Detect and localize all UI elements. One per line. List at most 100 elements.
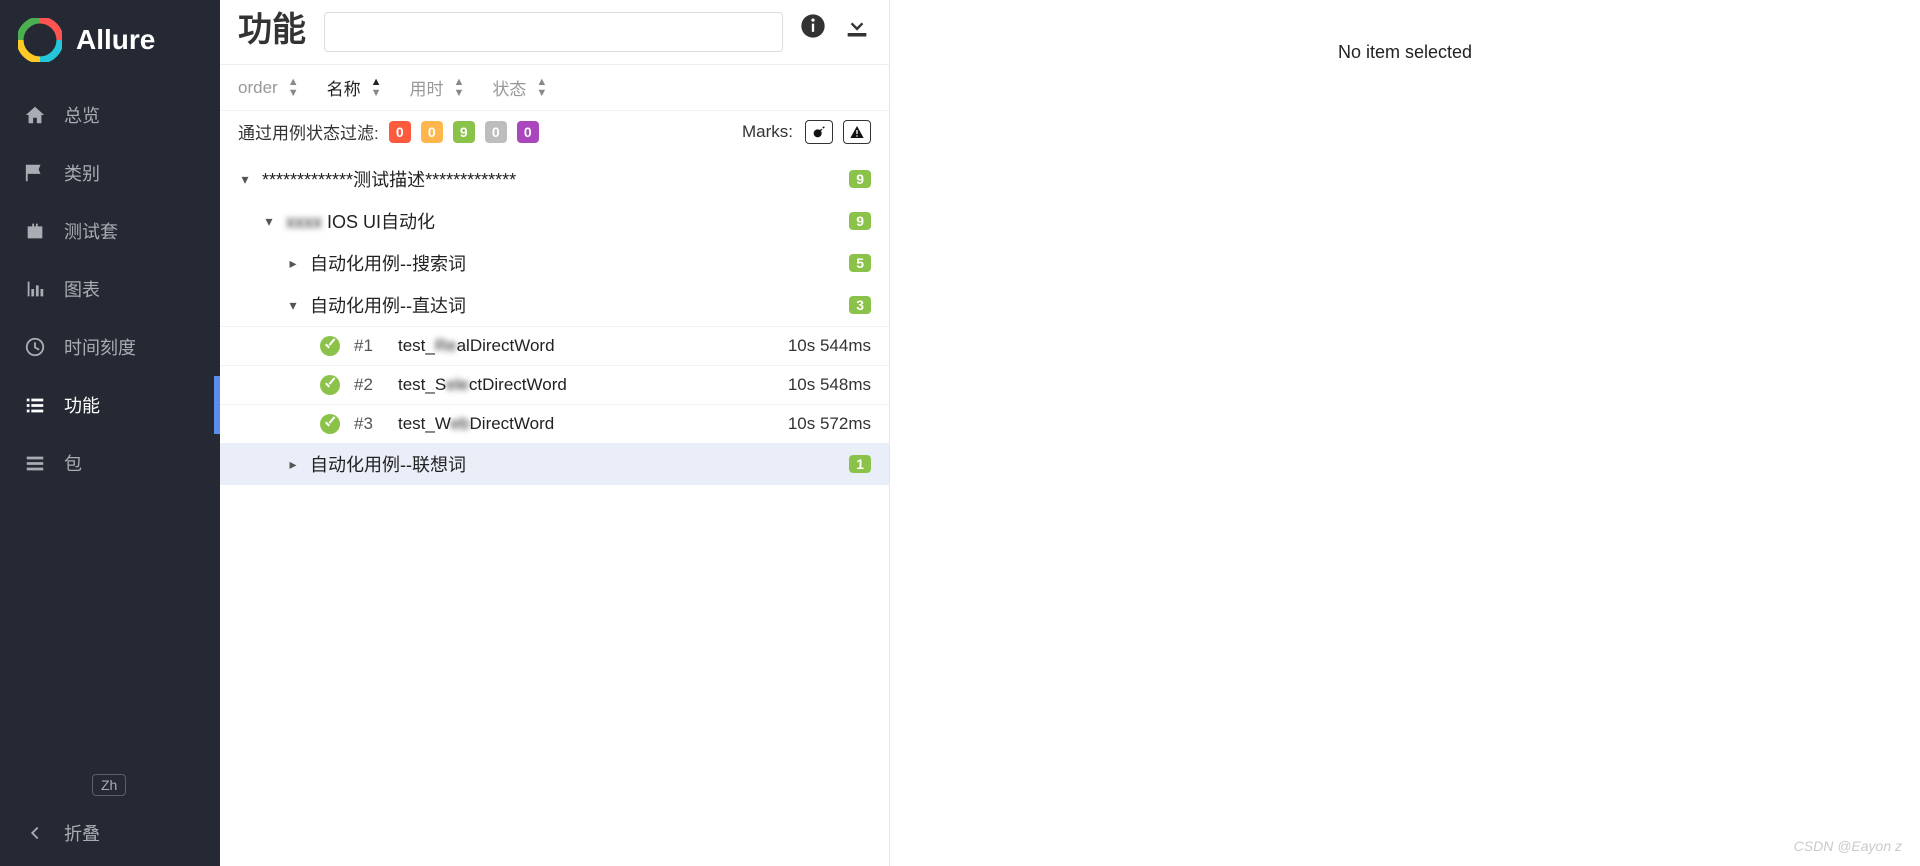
sidebar-item-label: 测试套	[64, 218, 118, 244]
watermark-text: CSDN @Eayon z	[1794, 838, 1902, 854]
download-icon[interactable]	[843, 12, 871, 40]
chart-icon	[24, 278, 46, 300]
tree-group-row[interactable]: ▸ 自动化用例--联想词 1	[220, 443, 889, 485]
collapse-sidebar-button[interactable]: 折叠	[24, 820, 196, 846]
test-id: #2	[354, 375, 384, 395]
sidebar-item-categories[interactable]: 类别	[0, 144, 220, 202]
brand: Allure	[0, 0, 220, 86]
test-duration: 10s 548ms	[788, 375, 871, 395]
sort-caret-icon: ▲▼	[453, 77, 464, 99]
sidebar-bottom: Zh 折叠	[0, 764, 220, 866]
stack-icon	[24, 452, 46, 474]
sidebar-item-suites[interactable]: 测试套	[0, 202, 220, 260]
test-name-part: alDirectWord	[457, 336, 555, 355]
sort-caret-icon: ▲▼	[536, 77, 547, 99]
sort-caret-icon: ▲▼	[288, 77, 299, 99]
test-case-row[interactable]: #2 test_SelectDirectWord 10s 548ms	[220, 365, 889, 404]
chevron-down-icon: ▾	[262, 213, 276, 230]
panel-title: 功能	[238, 12, 308, 49]
sidebar-item-label: 图表	[64, 276, 100, 302]
count-badge: 5	[849, 254, 871, 272]
sort-label: 状态	[492, 75, 526, 100]
mark-flaky-button[interactable]	[805, 120, 833, 144]
status-passed-icon	[320, 336, 340, 356]
sidebar-item-label: 总览	[64, 102, 100, 128]
behaviors-panel: 功能 order ▲▼ 名称 ▲▼ 用时 ▲▼ 状态 ▲▼ 通过用例状态过滤: 0 0 …	[220, 0, 890, 866]
panel-header: 功能	[220, 0, 889, 65]
sidebar-item-label: 类别	[64, 160, 100, 186]
language-toggle[interactable]: Zh	[92, 774, 126, 796]
filter-passed[interactable]: 9	[453, 121, 475, 143]
search-input[interactable]	[324, 12, 783, 52]
test-id: #1	[354, 336, 384, 356]
sort-status[interactable]: 状态 ▲▼	[492, 75, 547, 100]
filter-unknown[interactable]: 0	[517, 121, 539, 143]
test-name-part: test_W	[398, 414, 451, 433]
flag-icon	[24, 162, 46, 184]
filter-bar: 通过用例状态过滤: 0 0 9 0 0 Marks:	[220, 111, 889, 158]
filter-failed[interactable]: 0	[389, 121, 411, 143]
filter-broken[interactable]: 0	[421, 121, 443, 143]
chevron-right-icon: ▸	[286, 456, 300, 473]
sidebar-item-graphs[interactable]: 图表	[0, 260, 220, 318]
briefcase-icon	[24, 220, 46, 242]
sort-order[interactable]: order ▲▼	[238, 75, 299, 100]
test-name: test_SelectDirectWord	[398, 375, 567, 395]
sort-label: order	[238, 78, 278, 98]
status-passed-icon	[320, 375, 340, 395]
tree-label: 自动化用例--搜索词	[310, 250, 466, 276]
sort-bar: order ▲▼ 名称 ▲▼ 用时 ▲▼ 状态 ▲▼	[220, 65, 889, 111]
sort-label: 名称	[327, 75, 361, 100]
redacted-text: ele	[446, 375, 469, 394]
status-passed-icon	[320, 414, 340, 434]
tree-story-row[interactable]: ▾ xxxx IOS UI自动化 9	[220, 200, 889, 242]
brand-name: Allure	[76, 24, 155, 56]
sort-caret-icon: ▲▼	[371, 77, 382, 99]
collapse-label: 折叠	[64, 820, 100, 846]
chevron-left-icon	[24, 822, 46, 844]
sidebar-item-overview[interactable]: 总览	[0, 86, 220, 144]
empty-state-text: No item selected	[1338, 42, 1472, 63]
info-icon[interactable]	[799, 12, 827, 40]
test-name-part: DirectWord	[470, 414, 555, 433]
sort-duration[interactable]: 用时 ▲▼	[409, 75, 464, 100]
list-icon	[24, 394, 46, 416]
test-case-row[interactable]: #3 test_WebDirectWord 10s 572ms	[220, 404, 889, 443]
test-name: test_WebDirectWord	[398, 414, 554, 434]
test-name: test_RealDirectWord	[398, 336, 555, 356]
sidebar: Allure 总览 类别 测试套 图表 时间刻度	[0, 0, 220, 866]
allure-logo-icon	[18, 18, 62, 62]
sort-name[interactable]: 名称 ▲▼	[327, 75, 382, 100]
test-name-part: test_S	[398, 375, 446, 394]
app-root: Allure 总览 类别 测试套 图表 时间刻度	[0, 0, 1920, 866]
test-name-part: ctDirectWord	[469, 375, 567, 394]
sidebar-item-timeline[interactable]: 时间刻度	[0, 318, 220, 376]
redacted-text: eb	[451, 414, 470, 433]
tree-group-row[interactable]: ▾ 自动化用例--直达词 3	[220, 284, 889, 326]
count-badge: 1	[849, 455, 871, 473]
sidebar-item-packages[interactable]: 包	[0, 434, 220, 492]
test-case-row[interactable]: #1 test_RealDirectWord 10s 544ms	[220, 326, 889, 365]
sort-label: 用时	[409, 75, 443, 100]
tree-group-row[interactable]: ▸ 自动化用例--搜索词 5	[220, 242, 889, 284]
count-badge: 9	[849, 212, 871, 230]
filter-label: 通过用例状态过滤:	[238, 119, 379, 144]
sidebar-item-label: 包	[64, 450, 82, 476]
tree-label: 自动化用例--联想词	[310, 451, 466, 477]
filter-skipped[interactable]: 0	[485, 121, 507, 143]
sidebar-item-label: 时间刻度	[64, 334, 136, 360]
home-icon	[24, 104, 46, 126]
tree-label: 自动化用例--直达词	[310, 292, 466, 318]
count-badge: 9	[849, 170, 871, 188]
sidebar-item-behaviors[interactable]: 功能	[0, 376, 220, 434]
marks-label: Marks:	[742, 122, 793, 142]
redacted-text: xxxx	[286, 212, 322, 232]
mark-new-failed-button[interactable]	[843, 120, 871, 144]
test-duration: 10s 544ms	[788, 336, 871, 356]
chevron-right-icon: ▸	[286, 255, 300, 272]
tree-feature-row[interactable]: ▾ *************测试描述************* 9	[220, 158, 889, 200]
redacted-text: Re	[435, 336, 457, 355]
test-id: #3	[354, 414, 384, 434]
sidebar-nav: 总览 类别 测试套 图表 时间刻度 功能	[0, 86, 220, 764]
test-name-part: test_	[398, 336, 435, 355]
